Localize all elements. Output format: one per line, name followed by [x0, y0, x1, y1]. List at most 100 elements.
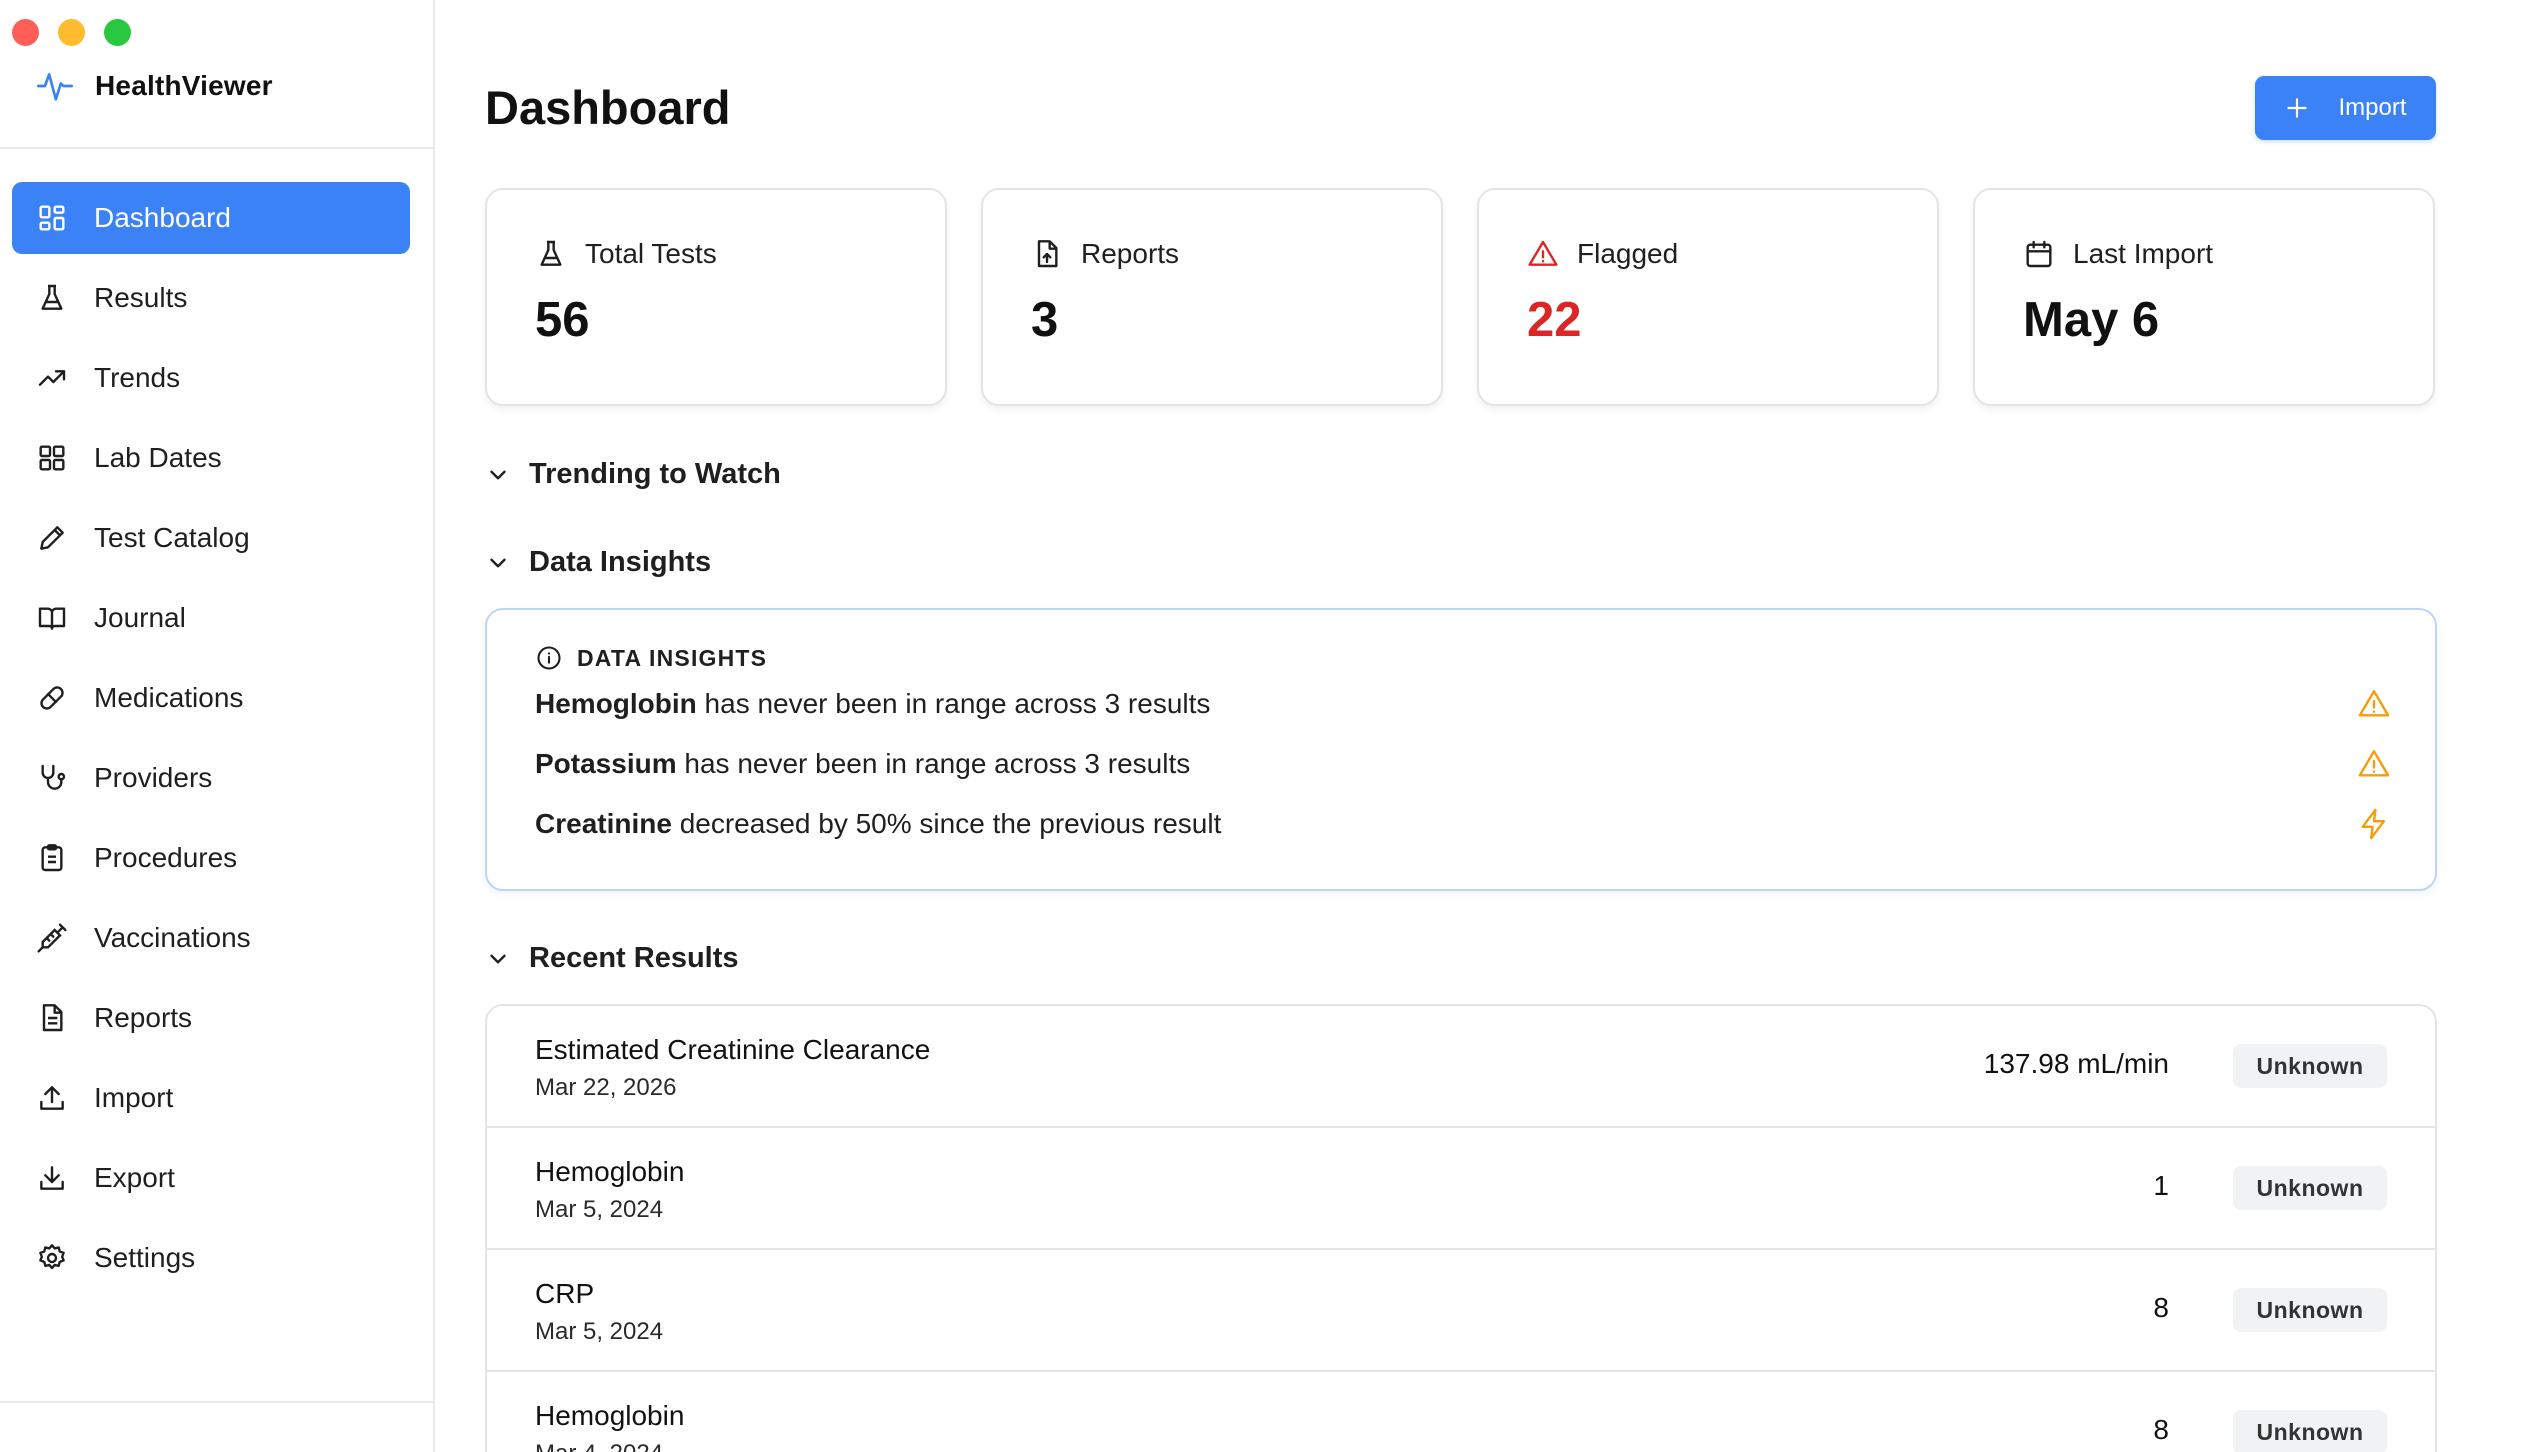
sidebar-item-label: Export [94, 1162, 175, 1193]
sidebar-item-label: Procedures [94, 842, 238, 873]
data-insights-card: DATA INSIGHTS Hemoglobin has never been … [485, 608, 2437, 891]
sidebar-divider [0, 147, 433, 149]
import-button[interactable]: Import [2255, 76, 2436, 140]
insight-text: Hemoglobin has never been in range acros… [535, 688, 1210, 720]
result-row[interactable]: CRP Mar 5, 2024 8 Unknown [487, 1250, 2435, 1372]
section-data-insights[interactable]: Data Insights [485, 546, 711, 579]
result-value: 1 [2153, 1170, 2169, 1201]
insight-text: Potassium has never been in range across… [535, 748, 1190, 780]
insight-detail: decreased by 50% since the previous resu… [671, 808, 1222, 839]
app-name: HealthViewer [95, 70, 273, 101]
sidebar-item-results[interactable]: Results [12, 262, 410, 334]
warning-icon [1528, 240, 1558, 266]
insight-detail: has never been in range across 3 results [676, 748, 1191, 779]
result-date: Mar 22, 2026 [535, 1074, 677, 1101]
stat-value: 56 [535, 293, 590, 347]
sidebar-item-label: Reports [94, 1002, 193, 1033]
chevron-down-icon [490, 470, 506, 479]
warning-icon [2358, 750, 2390, 777]
sidebar-item-vaccinations[interactable]: Vaccinations [12, 902, 410, 974]
insight-subject: Hemoglobin [535, 688, 697, 719]
status-badge: Unknown [2233, 1166, 2387, 1210]
sidebar-item-journal[interactable]: Journal [12, 582, 410, 654]
sidebar-item-medications[interactable]: Medications [12, 662, 410, 734]
recent-results-list: Estimated Creatinine Clearance Mar 22, 2… [485, 1004, 2437, 1452]
chevron-down-icon [490, 954, 506, 963]
sidebar-item-lab-dates[interactable]: Lab Dates [12, 422, 410, 494]
result-row[interactable]: Estimated Creatinine Clearance Mar 22, 2… [487, 1006, 2435, 1128]
plus-icon [2287, 98, 2308, 118]
insight-text: Creatinine decreased by 50% since the pr… [535, 808, 1221, 840]
insight-detail: has never been in range across 3 results [696, 688, 1211, 719]
result-date: Mar 5, 2024 [535, 1196, 664, 1223]
pencil-icon [40, 526, 64, 550]
sidebar-item-reports[interactable]: Reports [12, 982, 410, 1054]
stat-label: Total Tests [585, 238, 717, 269]
close-window-button[interactable] [12, 19, 39, 46]
pulse-icon [37, 73, 73, 101]
grid-icon [39, 205, 65, 231]
sidebar-item-label: Lab Dates [94, 442, 222, 473]
sidebar-item-label: Test Catalog [94, 522, 250, 553]
result-value: 8 [2153, 1414, 2169, 1445]
result-value: 137.98 mL/min [1983, 1048, 2169, 1079]
stat-value: 3 [1031, 293, 1059, 347]
file-upload-icon [1037, 240, 1058, 268]
sidebar-item-label: Results [94, 282, 188, 313]
sidebar-item-label: Trends [94, 362, 181, 393]
sidebar-item-dashboard[interactable]: Dashboard [12, 182, 410, 254]
sidebar-nav: Dashboard Results Trends Lab Dates Test … [12, 182, 410, 1302]
insight-item: Creatinine decreased by 50% since the pr… [535, 804, 2391, 844]
stat-card-reports: Reports 3 [981, 188, 1443, 406]
page-title: Dashboard [485, 81, 731, 134]
flask-icon [41, 284, 63, 310]
minimize-window-button[interactable] [58, 19, 85, 46]
stethoscope-icon [41, 764, 66, 790]
result-name: Hemoglobin [535, 1400, 685, 1431]
insights-title-text: DATA INSIGHTS [577, 644, 768, 671]
trending-up-icon [38, 370, 66, 386]
result-date: Mar 5, 2024 [535, 1318, 664, 1345]
sidebar-item-label: Settings [94, 1242, 196, 1273]
warning-icon [2358, 690, 2390, 717]
insights-title: DATA INSIGHTS [535, 644, 767, 672]
result-row[interactable]: Hemoglobin Mar 5, 2024 1 Unknown [487, 1128, 2435, 1250]
sidebar-item-export[interactable]: Export [12, 1142, 410, 1214]
insight-item: Hemoglobin has never been in range acros… [535, 684, 2391, 724]
sidebar-item-test-catalog[interactable]: Test Catalog [12, 502, 410, 574]
calendar-icon [2026, 240, 2052, 268]
sidebar-item-procedures[interactable]: Procedures [12, 822, 410, 894]
sidebar-item-trends[interactable]: Trends [12, 342, 410, 414]
result-value: 8 [2153, 1292, 2169, 1323]
stat-label: Last Import [2073, 238, 2214, 269]
sidebar-item-label: Vaccinations [94, 922, 251, 953]
sidebar-item-providers[interactable]: Providers [12, 742, 410, 814]
import-button-label: Import [2338, 94, 2407, 121]
result-date: Mar 4, 2024 [535, 1440, 663, 1452]
insight-item: Potassium has never been in range across… [535, 744, 2391, 784]
section-trending-to-watch[interactable]: Trending to Watch [485, 458, 781, 491]
result-name: Estimated Creatinine Clearance [535, 1034, 931, 1065]
status-badge: Unknown [2233, 1044, 2387, 1088]
sidebar-item-import[interactable]: Import [12, 1062, 410, 1134]
maximize-window-button[interactable] [104, 19, 131, 46]
stat-value: 22 [1527, 293, 1582, 347]
brand: HealthViewer [35, 66, 273, 106]
stat-card-last-import: Last Import May 6 [1973, 188, 2435, 406]
sidebar-item-settings[interactable]: Settings [12, 1222, 410, 1294]
section-recent-results[interactable]: Recent Results [485, 942, 739, 975]
stats-row: Total Tests 56 Reports 3 Flagged 22 Last… [485, 188, 2435, 406]
status-badge: Unknown [2233, 1288, 2387, 1332]
syringe-icon [37, 923, 67, 953]
sidebar-item-label: Journal [94, 602, 186, 633]
result-row[interactable]: Hemoglobin Mar 4, 2024 8 Unknown [487, 1372, 2435, 1452]
sidebar-item-label: Providers [94, 762, 213, 793]
sidebar-item-label: Dashboard [94, 202, 231, 233]
sidebar-divider [0, 1401, 433, 1403]
main-content: Dashboard Import Total Tests 56 Reports … [437, 0, 2538, 1452]
window-controls [12, 19, 131, 46]
stat-label: Flagged [1577, 238, 1679, 269]
stat-card-flagged: Flagged 22 [1477, 188, 1939, 406]
section-title: Recent Results [529, 942, 739, 974]
status-badge: Unknown [2233, 1410, 2387, 1452]
